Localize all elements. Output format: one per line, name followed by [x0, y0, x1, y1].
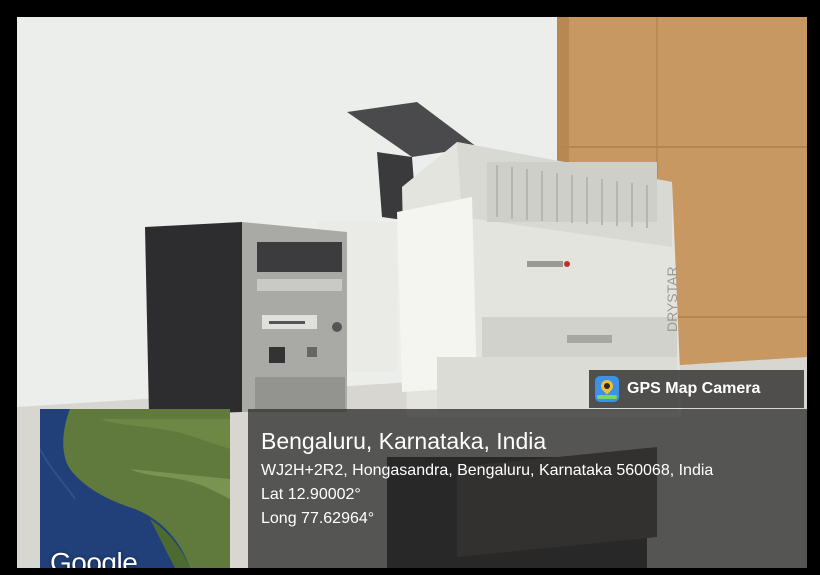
pc-tower-side — [145, 222, 242, 415]
map-thumbnail: Google — [40, 409, 230, 568]
printer-vents — [487, 162, 657, 228]
printer-logo — [564, 261, 570, 267]
pc-sticker — [269, 347, 285, 363]
photo: DRYSTAR GPS Map Camera Google Bengaluru,… — [17, 17, 807, 568]
address-line: WJ2H+2R2, Hongasandra, Bengaluru, Karnat… — [261, 462, 714, 479]
pc-drive-bay-2 — [257, 279, 342, 291]
gps-map-camera-badge: GPS Map Camera — [589, 370, 804, 408]
map-watermark: Google — [50, 547, 138, 568]
location-title: Bengaluru, Karnataka, India — [261, 428, 547, 454]
printer-brand-text: DRYSTAR — [664, 266, 680, 332]
gps-badge-label: GPS Map Camera — [627, 380, 761, 397]
longitude-line: Long 77.62964° — [261, 510, 375, 527]
gps-map-camera-icon — [595, 376, 619, 402]
pc-drive-bay-1 — [257, 242, 342, 272]
photo-frame: DRYSTAR GPS Map Camera Google Bengaluru,… — [0, 0, 820, 575]
location-info-panel: Bengaluru, Karnataka, India WJ2H+2R2, Ho… — [248, 409, 807, 568]
latitude-line: Lat 12.90002° — [261, 486, 361, 503]
pc-power-button — [332, 322, 342, 332]
